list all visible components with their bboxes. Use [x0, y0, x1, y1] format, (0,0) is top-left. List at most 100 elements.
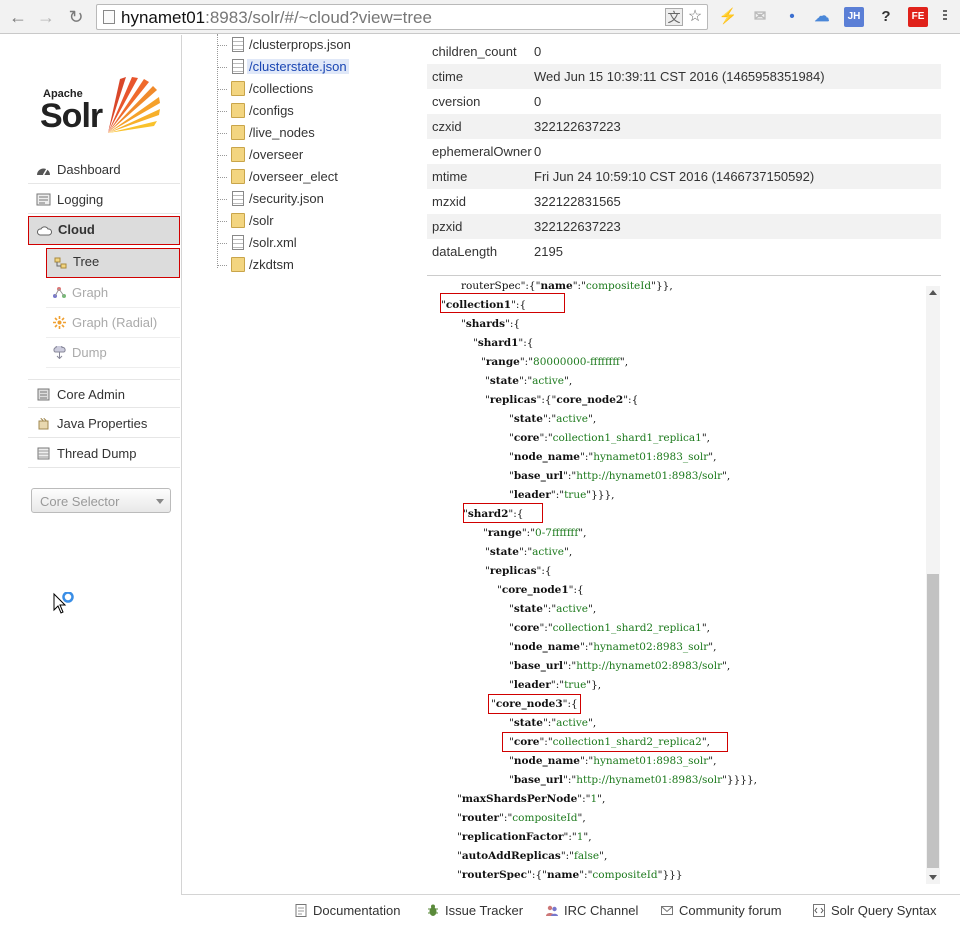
nav-thread-dump[interactable]: Thread Dump	[28, 439, 180, 468]
tree-node-label[interactable]: /overseer_elect	[249, 169, 338, 184]
node-content: routerSpec":{"name":"compositeId"}}, "col…	[427, 275, 941, 886]
property-row: mzxid 322122831565	[427, 189, 941, 214]
json-line: routerSpec":{"name":"compositeId"}},	[461, 280, 673, 292]
tree-connector	[217, 199, 227, 200]
nav-cloud-graph[interactable]: Graph	[46, 278, 180, 308]
tree-node-label[interactable]: /solr.xml	[249, 235, 297, 250]
people-icon	[546, 905, 558, 916]
folder-icon	[231, 103, 245, 118]
nav-dashboard[interactable]: Dashboard	[28, 155, 180, 184]
footer-issue-tracker[interactable]: Issue Tracker	[427, 903, 523, 918]
tree-node[interactable]: /clusterstate.json	[217, 56, 417, 78]
highlight-core-node3	[488, 694, 581, 714]
extension-fe-icon[interactable]: FE	[908, 7, 928, 27]
extension-mail-icon[interactable]: ✉	[750, 7, 770, 27]
property-value: 0	[534, 94, 542, 109]
nav-core-admin[interactable]: Core Admin	[28, 379, 180, 408]
tree-node[interactable]: /configs	[217, 100, 417, 122]
property-row: cversion 0	[427, 89, 941, 114]
extension-jh-icon[interactable]: JH	[844, 7, 864, 27]
extension-unknown-icon[interactable]: ?	[876, 7, 896, 27]
json-line: "base_url":"http://hynamet01:8983/solr"}…	[509, 774, 757, 786]
tree-connector	[217, 265, 227, 266]
extension-dots-icon[interactable]: •	[782, 7, 802, 27]
property-key: pzxid	[432, 219, 463, 234]
tree-node-label[interactable]: /solr	[249, 213, 274, 228]
scrollbar-thumb[interactable]	[927, 574, 939, 868]
extension-cloud-icon[interactable]: ☁	[812, 7, 832, 27]
tree-node[interactable]: /zkdtsm	[217, 254, 417, 276]
tree-node-label[interactable]: /live_nodes	[249, 125, 315, 140]
address-bar[interactable]: hynamet01:8983/solr/#/~cloud?view=tree 文…	[96, 4, 708, 30]
extension-bolt-icon[interactable]: ⚡	[718, 7, 738, 27]
sidebar: Apache Solr Dashboard Logging Cloud Tree	[0, 35, 181, 895]
json-line: "state":"active",	[509, 717, 597, 729]
tree-connector	[217, 111, 227, 112]
property-value: 322122831565	[534, 194, 621, 209]
tree-node[interactable]: /live_nodes	[217, 122, 417, 144]
bookmark-star-icon[interactable]: ☆	[686, 8, 704, 26]
file-icon	[232, 59, 244, 74]
menu-icon[interactable]	[943, 10, 947, 24]
document-icon	[295, 904, 307, 917]
address-url[interactable]: hynamet01:8983/solr/#/~cloud?view=tree	[121, 8, 432, 28]
back-arrow-icon[interactable]: ←	[6, 5, 30, 29]
nav-logging[interactable]: Logging	[28, 185, 180, 214]
property-row: ctime Wed Jun 15 10:39:11 CST 2016 (14659…	[427, 64, 941, 89]
folder-icon	[231, 213, 245, 228]
tree-node[interactable]: /solr	[217, 210, 417, 232]
graph-radial-icon	[53, 316, 66, 329]
nav-cloud[interactable]: Cloud	[28, 216, 180, 245]
page-icon	[103, 10, 115, 24]
property-key: mzxid	[432, 194, 466, 209]
property-value: 2195	[534, 244, 563, 259]
tree-node[interactable]: /security.json	[217, 188, 417, 210]
property-value: 322122637223	[534, 219, 621, 234]
footer-irc-channel[interactable]: IRC Channel	[546, 903, 638, 918]
tree-node[interactable]: /overseer_elect	[217, 166, 417, 188]
tree-node-label[interactable]: /clusterprops.json	[249, 37, 351, 52]
scroll-down-icon[interactable]	[929, 875, 937, 880]
core-selector[interactable]: Core Selector	[31, 488, 171, 513]
json-line: "node_name":"hynamet01:8983_solr",	[509, 755, 717, 767]
folder-icon	[231, 169, 245, 184]
translate-icon[interactable]: 文	[665, 8, 683, 26]
footer-community-forum[interactable]: Community forum	[661, 903, 782, 918]
graph-icon	[53, 287, 66, 298]
scroll-up-icon[interactable]	[929, 290, 937, 295]
tree-node-label[interactable]: /collections	[249, 81, 313, 96]
property-value: 322122637223	[534, 119, 621, 134]
footer: Documentation Issue Tracker IRC Channel …	[181, 896, 960, 926]
tree-node-label[interactable]: /clusterstate.json	[247, 59, 349, 74]
nav-cloud-graph-radial[interactable]: Graph (Radial)	[46, 308, 180, 338]
code-icon	[813, 904, 825, 917]
tree-node-label[interactable]: /configs	[249, 103, 294, 118]
property-key: dataLength	[432, 244, 498, 259]
tree-node-label[interactable]: /zkdtsm	[249, 257, 294, 272]
footer-documentation[interactable]: Documentation	[295, 903, 400, 918]
browser-toolbar: ← → ↻ hynamet01:8983/solr/#/~cloud?view=…	[0, 0, 960, 34]
property-row: children_count 0	[427, 39, 941, 64]
core-admin-icon	[37, 388, 50, 401]
tree-node[interactable]: /collections	[217, 78, 417, 100]
nav-cloud-dump[interactable]: Dump	[46, 338, 180, 368]
tree-connector	[217, 221, 227, 222]
reload-icon[interactable]: ↻	[64, 5, 88, 29]
tree-connector	[217, 177, 227, 178]
content-scrollbar[interactable]	[926, 286, 940, 884]
tree-node-label[interactable]: /overseer	[249, 147, 303, 162]
tree-node[interactable]: /clusterprops.json	[217, 34, 417, 56]
footer-solr-query-syntax[interactable]: Solr Query Syntax	[813, 903, 937, 918]
property-row: ephemeralOwner 0	[427, 139, 941, 164]
property-row: dataLength 2195	[427, 239, 941, 264]
nav-cloud-tree[interactable]: Tree	[46, 248, 180, 278]
cloud-icon	[37, 226, 52, 236]
nav-java-properties[interactable]: Java Properties	[28, 409, 180, 438]
tree-node-label[interactable]: /security.json	[249, 191, 324, 206]
solr-logo[interactable]: Apache Solr	[40, 75, 160, 141]
solr-sun-icon	[108, 77, 160, 133]
tree-node[interactable]: /overseer	[217, 144, 417, 166]
forward-arrow-icon[interactable]: →	[34, 5, 58, 29]
json-line: "replicationFactor":"1",	[457, 831, 592, 843]
tree-node[interactable]: /solr.xml	[217, 232, 417, 254]
